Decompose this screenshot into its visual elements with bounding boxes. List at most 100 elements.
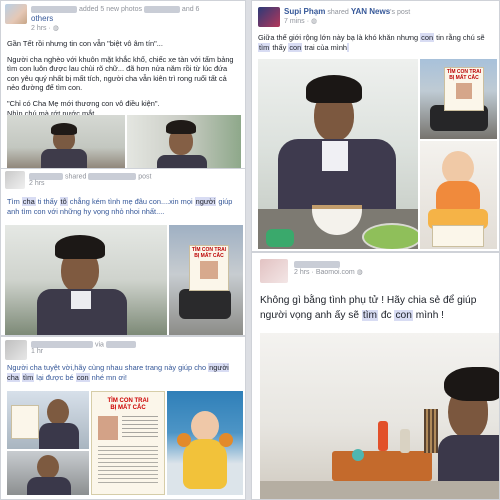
man-hair	[166, 120, 196, 134]
post-photo-child[interactable]	[167, 391, 243, 495]
post-photo-bike[interactable]: TÌM CON TRAI BỊ MẤT CẮC	[169, 225, 243, 335]
highlighted-word: tìm	[258, 42, 271, 52]
post-card-4: Supi Phạm shared YAN News's post 7 mins …	[251, 0, 500, 252]
man-hair	[306, 75, 362, 103]
blurred-page-name[interactable]	[105, 341, 136, 348]
post-text: trai của mình	[302, 42, 348, 52]
post-header: added 5 new photos and 6 others 2 hrs · …	[1, 1, 245, 32]
highlighted-word: con	[75, 372, 90, 382]
highlighted-word: tìm	[361, 310, 379, 321]
avatar[interactable]	[260, 259, 288, 283]
avatar[interactable]	[5, 340, 27, 360]
child-face	[191, 411, 219, 441]
post-photo[interactable]	[7, 451, 89, 495]
sign-photo	[200, 261, 218, 279]
others-link[interactable]: others	[31, 14, 53, 23]
sign-line: BỊ MẤT CẮC	[194, 253, 224, 259]
blurred-author-name[interactable]	[31, 341, 93, 348]
globe-icon: · ◍	[48, 25, 59, 32]
missing-child-sign	[11, 405, 39, 439]
post-action-text: shared	[327, 9, 349, 16]
post-text: Người cha tuyệt vời,hãy cùng nhau share …	[7, 363, 209, 372]
blurred-name[interactable]	[143, 5, 180, 13]
post-timestamp[interactable]: 1 hr	[31, 348, 43, 355]
post-card-5: 2 hrs · Baomoi.com ◍ Không gì bằng tình …	[251, 252, 500, 500]
post-source[interactable]: Baomoi.com	[316, 269, 355, 276]
post-timestamp[interactable]: 7 mins	[284, 18, 305, 25]
avatar[interactable]	[258, 7, 280, 27]
missing-child-sign	[432, 225, 484, 247]
sauce-bottle	[378, 421, 388, 451]
sign-line: BỊ MẤT CẮC	[449, 75, 479, 81]
post-photo[interactable]	[127, 115, 241, 169]
post-timestamp[interactable]: 2 hrs	[294, 269, 310, 276]
post-text: ti thấy	[35, 197, 60, 206]
sign-text-block	[122, 416, 158, 440]
post-photo-bike[interactable]: TÌM CON TRAI BỊ MẤT CẮC	[420, 59, 497, 139]
post-text: nhé mn ơi!	[89, 372, 127, 382]
author-name[interactable]: Supi Phạm	[284, 7, 325, 16]
man-collar	[71, 291, 91, 309]
post-body: Gần Tết rồi nhưng tin con vẫn "biệt vô â…	[7, 39, 239, 118]
highlighted-emoji	[347, 42, 350, 52]
post-photo[interactable]	[7, 391, 89, 449]
post-body: Tìm cha ti thấy tô chẳng kém tình mẹ đâu…	[7, 197, 239, 216]
table-edge	[260, 481, 499, 499]
condiment-shelf	[332, 451, 432, 481]
post-suffix-text: post	[138, 173, 152, 181]
child-face	[442, 151, 474, 185]
highlighted-word: con	[420, 33, 435, 42]
post-timestamp[interactable]: 2 hrs	[31, 25, 47, 32]
post-photo-main[interactable]	[5, 225, 167, 335]
highlighted-word: con	[288, 42, 303, 52]
highlighted-word: người	[194, 197, 217, 206]
man-hair	[51, 123, 77, 135]
avatar[interactable]	[5, 171, 25, 189]
post-photo-main[interactable]	[258, 59, 418, 249]
blurred-page-name[interactable]	[88, 173, 137, 180]
post-text-line: Người cha nghèo với khuôn mặt khắc khổ, …	[7, 54, 234, 93]
post-card-3: via 1 hr Người cha tuyệt vời,hãy cùng nh…	[0, 336, 246, 500]
post-text: thấy	[270, 42, 289, 52]
friends-icon: · ◍	[306, 18, 318, 25]
man-collar	[322, 141, 348, 171]
post-timestamp[interactable]: 2 hrs	[29, 180, 45, 187]
post-photo[interactable]: TÌM CON TRAI BỊ MẤT CẮC	[91, 391, 165, 495]
blurred-author-name[interactable]	[31, 5, 77, 13]
post-header: 2 hrs · Baomoi.com ◍	[252, 253, 499, 283]
highlighted-word: cha	[21, 197, 36, 206]
post-action-text: shared	[64, 173, 87, 181]
sign-line: BỊ MẤT CẮC	[110, 405, 146, 411]
man-hair	[444, 367, 499, 401]
man-hair	[55, 235, 105, 259]
post-suffix-text: 's post	[390, 9, 411, 16]
post-photo[interactable]	[7, 115, 125, 169]
post-text: tin rằng chú sẽ	[434, 33, 485, 42]
post-photo-child[interactable]	[420, 141, 497, 249]
post-body: Không gì bằng tình phụ tử ! Hãy chia sẻ …	[260, 293, 493, 323]
globe-icon: ◍	[356, 269, 363, 277]
post-action-text: added 5 new photos	[78, 6, 143, 13]
avatar[interactable]	[5, 4, 27, 24]
highlighted-word: tìm	[21, 372, 35, 382]
post-text: Giữa thế giới rộng lớn này bạ là khó khă…	[258, 33, 421, 42]
post-text-line: Gần Tết rồi nhưng tin con vẫn "biệt vô â…	[7, 39, 163, 48]
post-text: đc	[378, 310, 395, 321]
post-photo-main[interactable]	[260, 333, 499, 499]
via-text: via	[94, 341, 104, 349]
blurred-author-name[interactable]	[294, 261, 340, 268]
toy-ear	[219, 433, 233, 447]
page-name[interactable]: YAN News	[351, 7, 390, 16]
post-body: Giữa thế giới rộng lớn này bạ là khó khă…	[258, 33, 493, 52]
post-header: Supi Phạm shared YAN News's post 7 mins …	[252, 1, 499, 27]
man-body	[39, 423, 79, 449]
toy-ear	[177, 433, 191, 447]
chopsticks-holder	[424, 409, 438, 453]
man-body	[27, 477, 71, 495]
blurred-author-name[interactable]	[29, 173, 63, 180]
sign-photo	[456, 83, 472, 99]
post-card-1: added 5 new photos and 6 others 2 hrs · …	[0, 0, 246, 170]
post-text-line: "Chỉ có Cha Mẹ mới thương con vô điều ki…	[7, 98, 160, 108]
post-text: Tìm	[7, 197, 22, 206]
post-header: shared post 2 hrs	[1, 169, 245, 195]
